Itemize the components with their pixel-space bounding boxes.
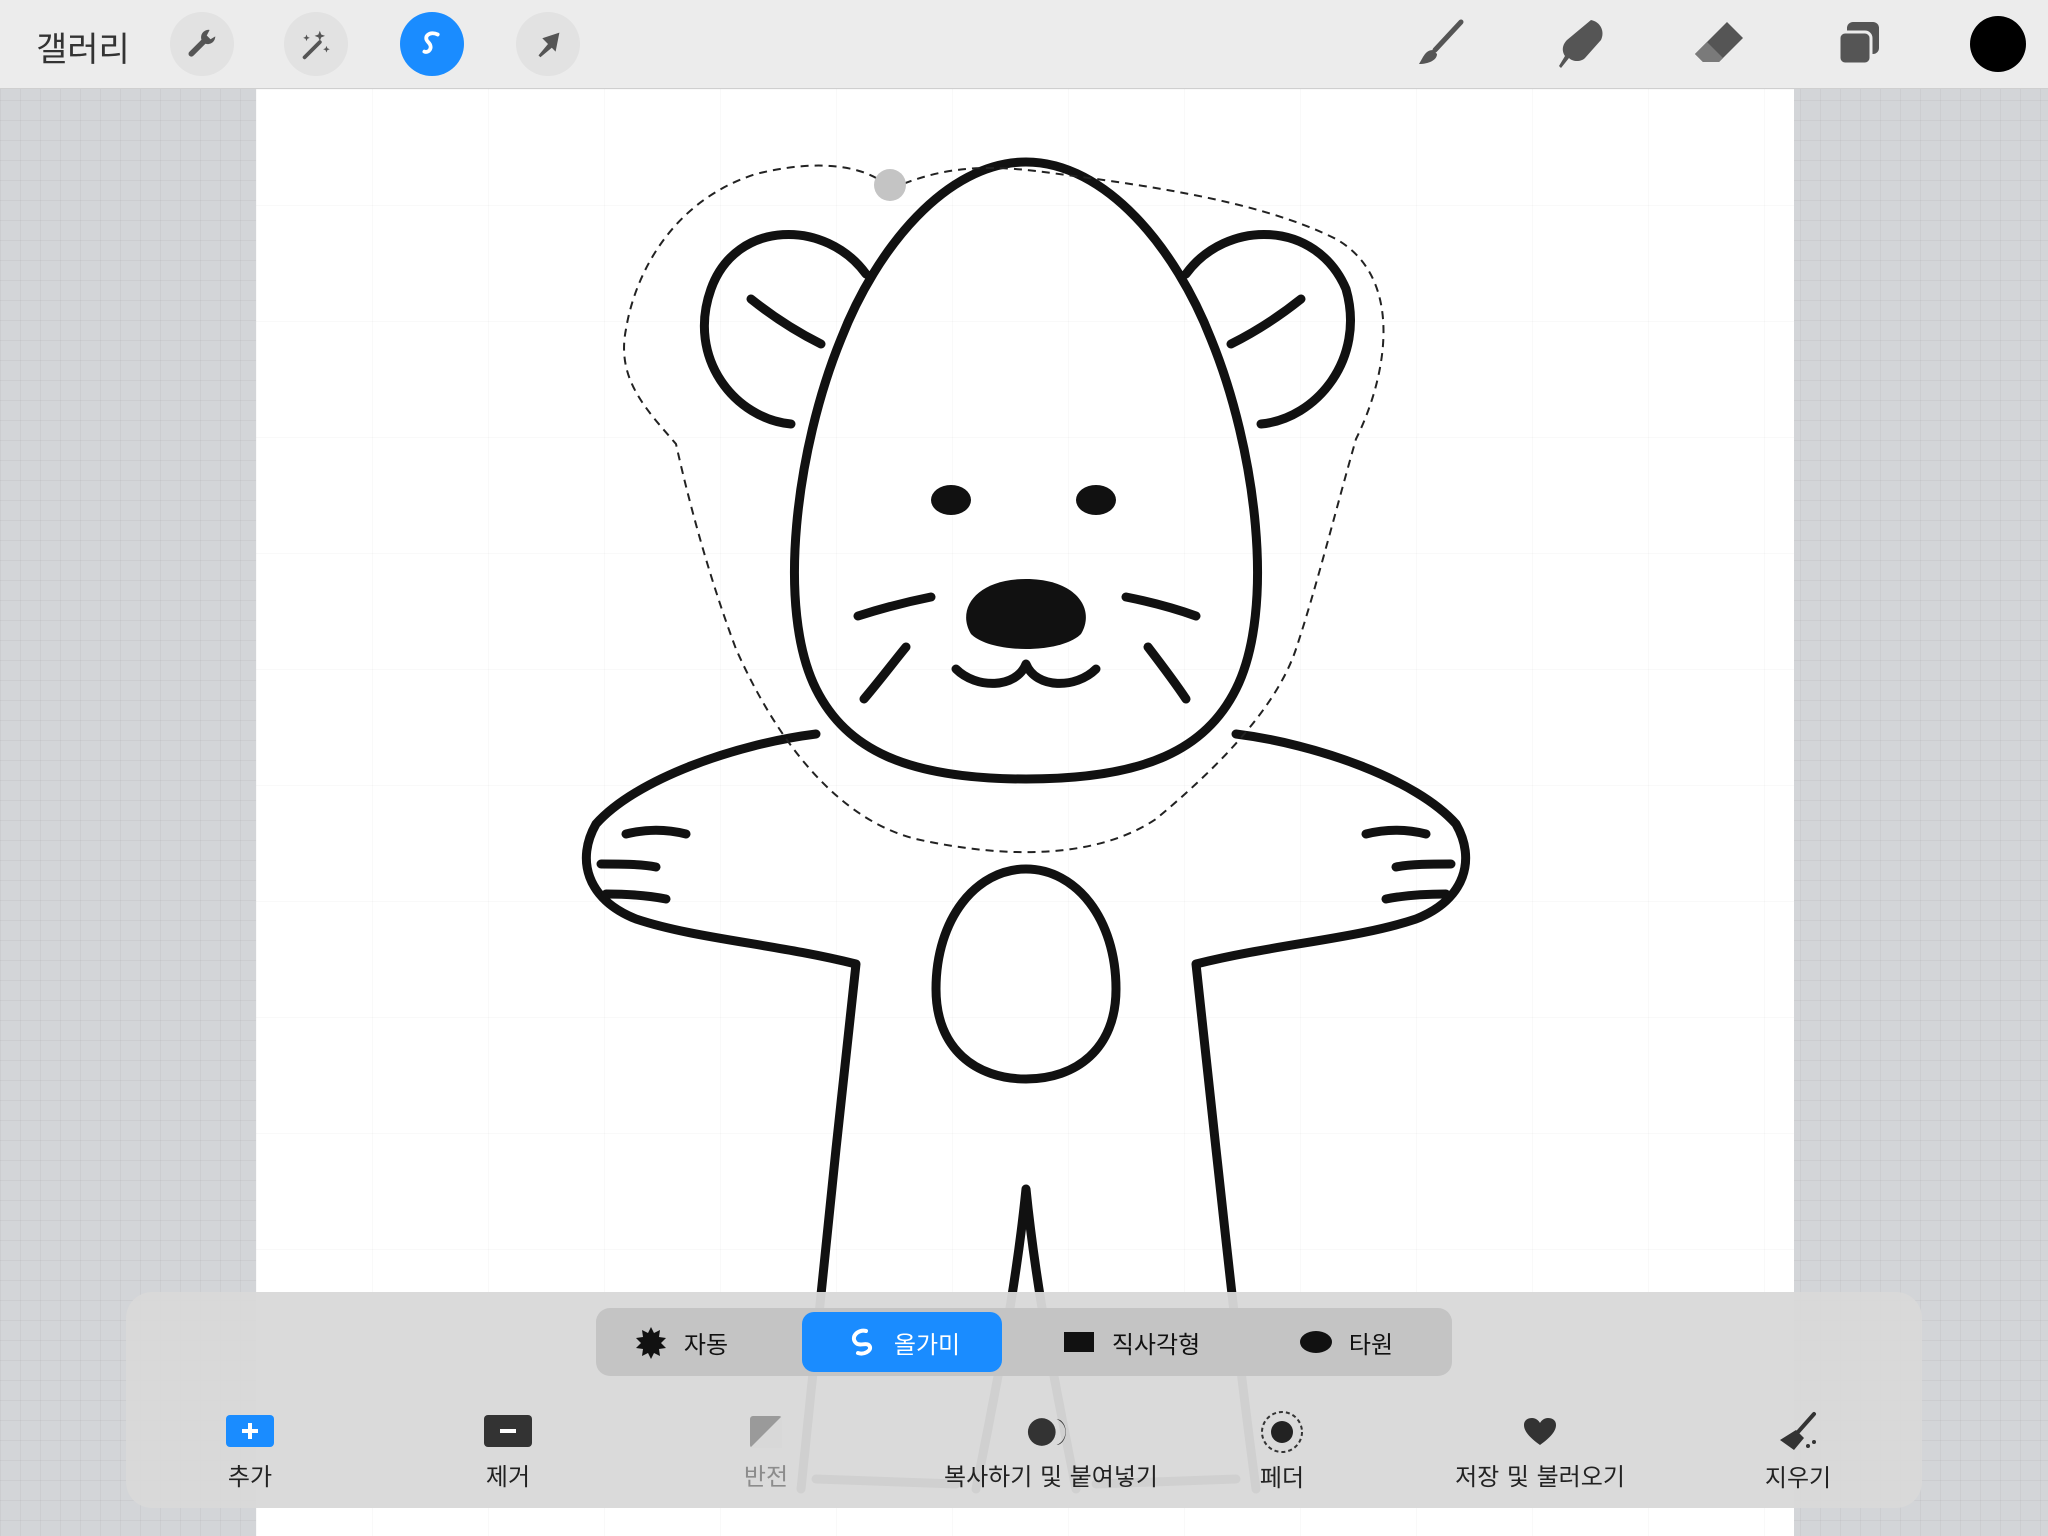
broom-icon xyxy=(1774,1412,1822,1452)
auto-starburst-icon xyxy=(635,1327,666,1359)
mode-freehand[interactable]: 올가미 xyxy=(802,1312,1002,1372)
copy-paste-label: 복사하기 및 붙여넣기 xyxy=(944,1463,1158,1491)
magic-wand-icon xyxy=(302,30,330,60)
feather-label: 페더 xyxy=(1259,1464,1305,1492)
invert-label: 반전 xyxy=(743,1463,789,1491)
copy-paste-icon xyxy=(1027,1412,1075,1451)
bear-left-arm-claws xyxy=(596,825,691,904)
bear-belly xyxy=(931,864,1121,1084)
selection-mode-bar: 자동 올가미 직사각형 타원 xyxy=(596,1308,1452,1376)
selection-button[interactable] xyxy=(400,12,464,76)
mode-rectangle[interactable]: 직사각형 xyxy=(1036,1312,1226,1372)
bear-right-eye xyxy=(1076,485,1116,515)
layers-button[interactable] xyxy=(1824,10,1894,78)
bear-right-arm-claws xyxy=(1361,825,1456,904)
smudge-button[interactable] xyxy=(1546,10,1616,78)
clear-button[interactable]: 지우기 xyxy=(1668,1412,1928,1492)
bear-nose xyxy=(966,579,1086,649)
save-load-label: 저장 및 불러오기 xyxy=(1455,1463,1625,1491)
mode-freehand-label: 올가미 xyxy=(893,1330,961,1359)
feather-icon xyxy=(1258,1411,1306,1453)
clear-label: 지우기 xyxy=(1764,1464,1832,1492)
heart-icon xyxy=(1516,1412,1564,1451)
add-button[interactable]: 추가 xyxy=(120,1412,380,1492)
plus-icon xyxy=(226,1412,274,1451)
erase-button[interactable] xyxy=(1684,10,1754,78)
selection-icon xyxy=(422,31,440,54)
rectangle-icon xyxy=(1063,1332,1094,1352)
bear-whisker-left-2 xyxy=(859,642,911,704)
ellipse-icon xyxy=(1299,1331,1332,1353)
bear-whisker-right-2 xyxy=(1143,642,1191,704)
bear-whisker-left-1 xyxy=(853,592,936,621)
mode-auto[interactable]: 자동 xyxy=(606,1312,756,1372)
gallery-button[interactable]: 갤러리 xyxy=(36,22,130,71)
selection-start-handle[interactable] xyxy=(874,169,906,201)
actions-button[interactable] xyxy=(170,12,234,76)
add-label: 추가 xyxy=(227,1463,273,1491)
layers-icon xyxy=(1837,22,1879,66)
feather-button[interactable]: 페더 xyxy=(1152,1411,1412,1492)
bear-left-eye xyxy=(931,485,971,515)
adjustments-button[interactable] xyxy=(284,12,348,76)
remove-button[interactable]: 제거 xyxy=(378,1412,638,1492)
paint-button[interactable] xyxy=(1406,10,1476,78)
selection-panel: 자동 올가미 직사각형 타원 추가 제거 반전 복사하기 및 붙여넣기 페더 저… xyxy=(126,1292,1922,1508)
freehand-lasso-icon xyxy=(851,1328,872,1356)
eraser-icon xyxy=(1695,22,1743,62)
top-toolbar: 갤러리 xyxy=(0,0,2048,89)
smudge-icon xyxy=(1559,20,1603,68)
wrench-icon xyxy=(188,29,216,57)
mode-auto-label: 자동 xyxy=(683,1330,729,1359)
mode-rectangle-label: 직사각형 xyxy=(1111,1330,1201,1359)
remove-label: 제거 xyxy=(485,1463,531,1491)
bear-whisker-right-1 xyxy=(1121,592,1201,621)
arrow-cursor-icon xyxy=(538,32,560,58)
mode-ellipse[interactable]: 타원 xyxy=(1256,1312,1436,1372)
bear-head-outline xyxy=(790,157,1262,784)
mode-ellipse-label: 타원 xyxy=(1348,1330,1394,1359)
brush-icon xyxy=(1419,19,1464,64)
bear-mouth xyxy=(951,659,1101,688)
transform-button[interactable] xyxy=(516,12,580,76)
invert-icon xyxy=(742,1412,790,1451)
bear-left-inner-ear xyxy=(746,294,826,349)
copy-paste-button[interactable]: 복사하기 및 붙여넣기 xyxy=(926,1412,1176,1492)
color-picker-button[interactable] xyxy=(1970,16,2026,72)
save-load-button[interactable]: 저장 및 불러오기 xyxy=(1410,1412,1670,1492)
minus-icon xyxy=(484,1412,532,1451)
invert-button[interactable]: 반전 xyxy=(636,1412,896,1492)
bear-right-inner-ear xyxy=(1226,294,1306,349)
